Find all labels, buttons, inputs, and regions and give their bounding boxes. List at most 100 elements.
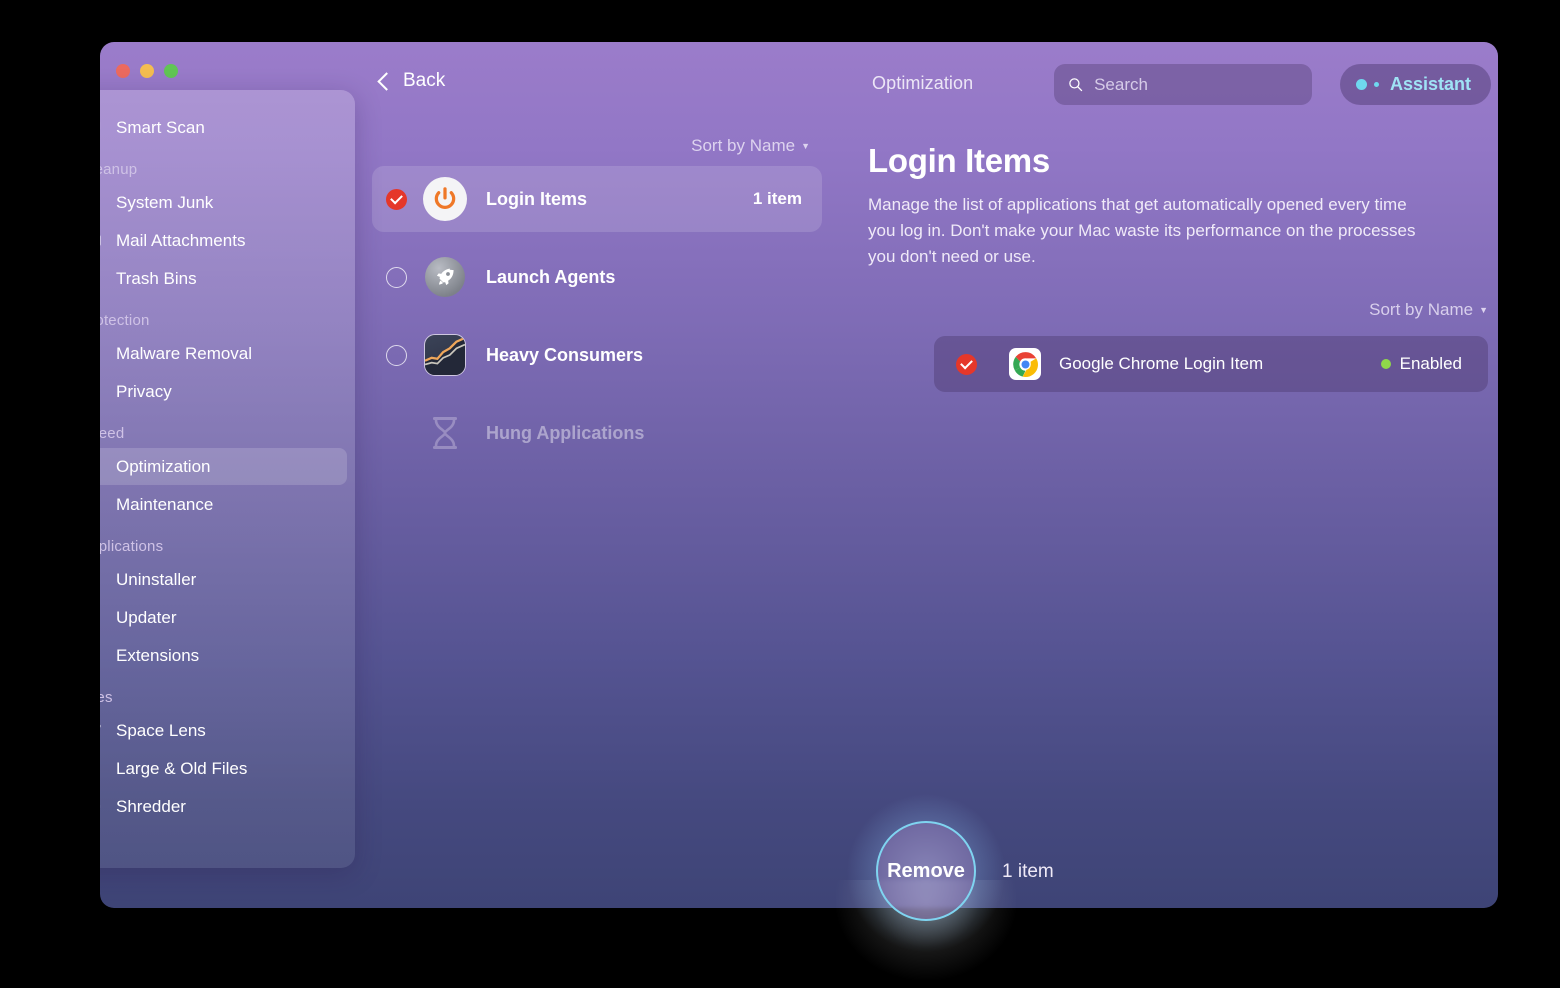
sidebar-item-label: Mail Attachments xyxy=(116,230,246,250)
sidebar-item-label: Trash Bins xyxy=(116,268,197,288)
assistant-dot-small-icon xyxy=(1374,82,1379,87)
sidebar-item-trash-bins[interactable]: Trash Bins xyxy=(100,260,347,297)
sidebar-group-files: Files xyxy=(100,689,113,706)
sidebar-item-extensions[interactable]: Extensions xyxy=(100,637,347,674)
login-item-checkbox[interactable] xyxy=(956,353,977,375)
sidebar-group-speed: Speed xyxy=(100,425,125,442)
status-dot-icon xyxy=(1380,359,1391,369)
search-input[interactable] xyxy=(1094,74,1298,95)
detail-title: Login Items xyxy=(868,142,1050,179)
sidebar-item-shredder[interactable]: Shredder xyxy=(100,788,347,825)
category-column: Sort by Name ▼ Login Items 1 item Launch… xyxy=(372,126,822,478)
zoom-button[interactable] xyxy=(164,64,178,78)
category-name: Heavy Consumers xyxy=(486,344,644,365)
power-icon xyxy=(423,177,467,221)
shredder-icon xyxy=(100,796,102,818)
broom-icon xyxy=(100,192,102,214)
category-row-login-items[interactable]: Login Items 1 item xyxy=(372,166,822,232)
app-window: Back Optimization Assistant Sort by Name… xyxy=(100,42,1498,908)
mail-icon xyxy=(100,230,102,252)
sidebar-item-label: Malware Removal xyxy=(116,343,253,363)
sidebar-item-smart-scan[interactable]: Smart Scan xyxy=(100,109,347,146)
footer-actions: Remove 1 item xyxy=(876,821,1054,921)
hand-icon xyxy=(100,381,102,403)
sidebar-item-label: Maintenance xyxy=(116,494,214,514)
detail-description: Manage the list of applications that get… xyxy=(868,195,1416,266)
middle-sort-label: Sort by Name xyxy=(691,136,796,155)
screen: Back Optimization Assistant Sort by Name… xyxy=(0,0,1560,988)
planet-icon xyxy=(100,720,102,742)
sidebar-item-space-lens[interactable]: Space Lens xyxy=(100,712,347,749)
puzzle-icon xyxy=(100,645,102,667)
category-row-heavy-consumers[interactable]: Heavy Consumers xyxy=(372,322,822,388)
sidebar-item-optimization[interactable]: Optimization xyxy=(100,448,347,485)
breadcrumb: Optimization xyxy=(872,73,974,93)
category-name: Hung Applications xyxy=(486,422,645,443)
sidebar-item-maintenance[interactable]: Maintenance xyxy=(100,486,347,523)
search-icon xyxy=(1069,78,1083,92)
sidebar-item-label: Shredder xyxy=(116,796,186,816)
detail-sort-label: Sort by Name xyxy=(1369,300,1474,319)
minimize-button[interactable] xyxy=(140,64,154,78)
back-button[interactable]: Back xyxy=(377,70,446,92)
category-row-launch-agents[interactable]: Launch Agents xyxy=(372,244,822,310)
middle-sort-control[interactable]: Sort by Name ▼ xyxy=(372,126,822,166)
sidebar-item-system-junk[interactable]: System Junk xyxy=(100,184,347,221)
assistant-button[interactable]: Assistant xyxy=(1340,64,1492,105)
biohazard-icon xyxy=(100,343,102,365)
status-label: Enabled xyxy=(1399,354,1462,373)
chevron-down-icon: ▼ xyxy=(1479,305,1488,315)
sidebar-item-label: Space Lens xyxy=(116,720,206,740)
category-name: Launch Agents xyxy=(486,266,616,287)
category-checkbox[interactable] xyxy=(386,266,407,288)
trash-icon xyxy=(100,268,102,290)
detail-sort-control[interactable]: Sort by Name ▼ xyxy=(868,300,1488,320)
refresh-arrow-icon xyxy=(100,607,102,629)
login-item-row[interactable]: Google Chrome Login Item Enabled xyxy=(934,336,1488,392)
category-checkbox[interactable] xyxy=(386,344,407,366)
selected-count-label: 1 item xyxy=(1002,861,1054,882)
wrench-icon xyxy=(100,494,102,516)
assistant-dot-large-icon xyxy=(1356,79,1367,90)
status-badge: Enabled xyxy=(1380,354,1462,374)
detail-panel: Login Items Manage the list of applicati… xyxy=(868,142,1488,392)
category-checkbox[interactable] xyxy=(386,188,407,210)
back-button-label: Back xyxy=(403,70,446,91)
molecule-icon xyxy=(100,569,102,591)
sidebar-group-cleanup: Cleanup xyxy=(100,161,138,178)
chevron-left-icon xyxy=(377,72,396,91)
chevron-down-icon: ▼ xyxy=(801,141,810,151)
chrome-icon xyxy=(1009,348,1041,380)
sidebar-item-large-old-files[interactable]: Large & Old Files xyxy=(100,750,347,787)
sidebar-item-mail-attachments[interactable]: Mail Attachments xyxy=(100,222,347,259)
category-checkbox-placeholder xyxy=(386,423,407,444)
sidebar-item-label: Extensions xyxy=(116,645,200,665)
sidebar-item-label: System Junk xyxy=(116,192,214,212)
monitor-icon xyxy=(100,117,102,139)
sidebar-item-label: Optimization xyxy=(116,456,211,476)
remove-button[interactable]: Remove xyxy=(876,821,976,921)
sidebar-item-label: Large & Old Files xyxy=(116,758,248,778)
sidebar-item-label: Smart Scan xyxy=(116,117,205,137)
category-name: Login Items xyxy=(486,188,588,209)
sliders-icon xyxy=(100,456,102,478)
search-box[interactable] xyxy=(1054,64,1312,105)
close-button[interactable] xyxy=(116,64,130,78)
sidebar-item-updater[interactable]: Updater xyxy=(100,599,347,636)
category-row-hung-applications: Hung Applications xyxy=(372,400,822,466)
sidebar: Smart Scan Cleanup System Junk xyxy=(100,90,355,868)
rocket-icon xyxy=(423,255,467,299)
sidebar-item-label: Updater xyxy=(116,607,177,627)
hourglass-icon xyxy=(423,411,467,455)
assistant-label: Assistant xyxy=(1390,74,1472,94)
sidebar-group-protection: Protection xyxy=(100,312,150,329)
sidebar-item-malware-removal[interactable]: Malware Removal xyxy=(100,335,347,372)
sidebar-item-privacy[interactable]: Privacy xyxy=(100,373,347,410)
sidebar-item-label: Uninstaller xyxy=(116,569,197,589)
activity-graph-icon xyxy=(423,333,467,377)
category-count: 1 item xyxy=(752,189,802,208)
sidebar-item-uninstaller[interactable]: Uninstaller xyxy=(100,561,347,598)
login-item-name: Google Chrome Login Item xyxy=(1059,354,1264,373)
traffic-lights xyxy=(116,64,178,78)
sidebar-group-applications: Applications xyxy=(100,538,164,555)
